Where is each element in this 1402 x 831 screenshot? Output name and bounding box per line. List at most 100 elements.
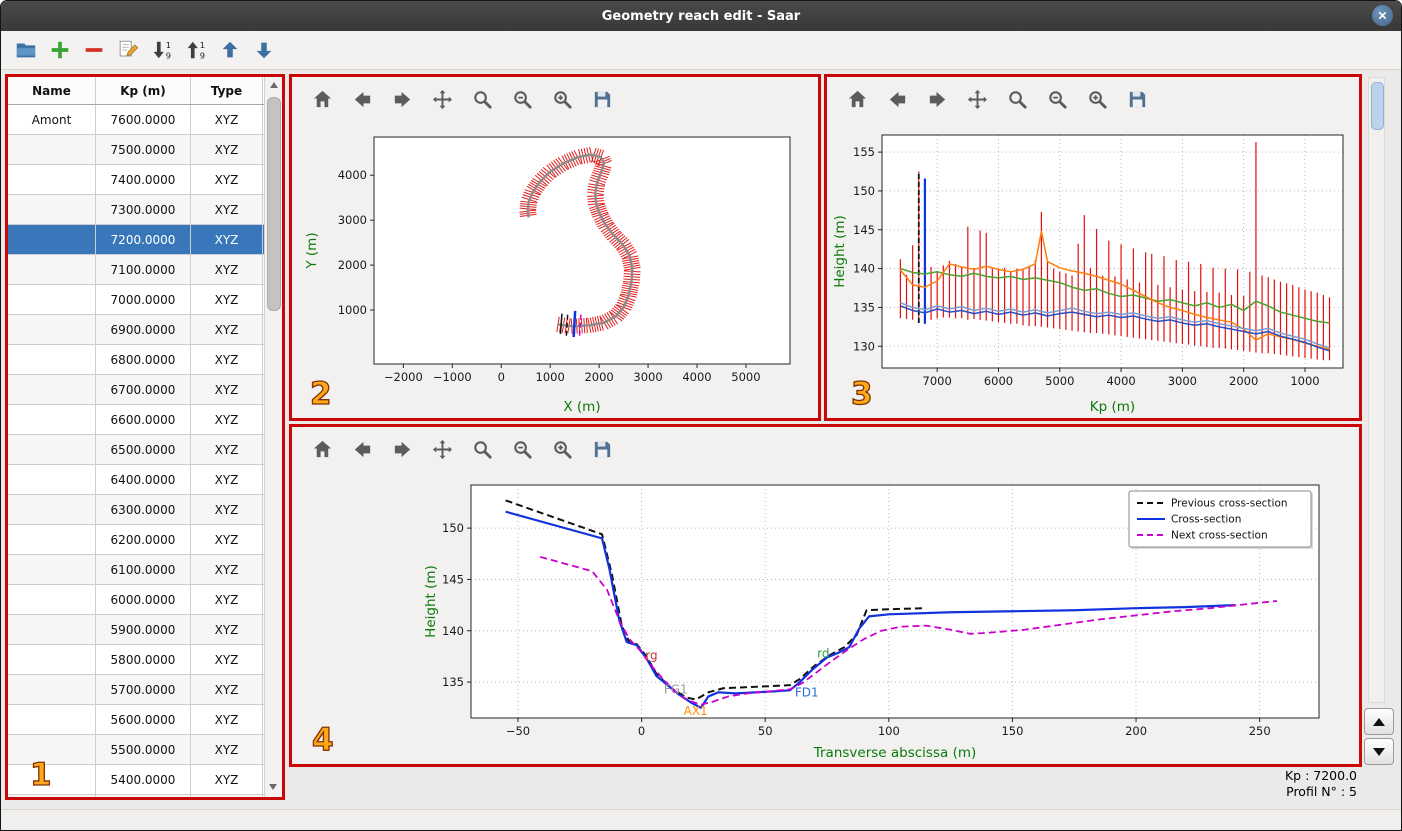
configure-button[interactable] — [510, 437, 535, 462]
plus-icon — [51, 41, 69, 59]
zoom-in-button[interactable] — [550, 437, 575, 462]
close-button[interactable] — [1372, 5, 1393, 26]
table-row[interactable]: 6700.0000 XYZ — [8, 375, 265, 405]
pan-button[interactable] — [430, 87, 455, 112]
long-profile-chart[interactable]: 7000 6000 5000 4000 3000 2000 1000 130 135 140 145… — [827, 121, 1359, 418]
move-down-button[interactable] — [251, 37, 277, 63]
svg-text:155: 155 — [853, 145, 875, 159]
pan-icon — [432, 439, 453, 459]
cell-kp: 6900.0000 — [96, 315, 191, 344]
scrollbar-up-icon[interactable] — [269, 82, 278, 88]
magnifier-minus-icon — [514, 90, 532, 109]
sort-ascending-button[interactable]: 1 9 — [149, 37, 175, 63]
scrollbar-thumb[interactable] — [267, 97, 281, 311]
cross-section-chart[interactable]: rg rd AX1 FD1 FG1 −50 0 50 100 150 200 250 135 140 145… — [292, 471, 1359, 764]
cell-type: XYZ — [191, 315, 263, 344]
zoom-in-button[interactable] — [1085, 87, 1110, 112]
pan-button[interactable] — [965, 87, 990, 112]
table-row[interactable]: 5900.0000 XYZ — [8, 615, 265, 645]
configure-button[interactable] — [510, 87, 535, 112]
table-row[interactable]: 7500.0000 XYZ — [8, 135, 265, 165]
table-row[interactable]: 6800.0000 XYZ — [8, 345, 265, 375]
table-row[interactable]: 5600.0000 XYZ — [8, 705, 265, 735]
svg-text:6000: 6000 — [984, 374, 1013, 388]
cell-kp: 5900.0000 — [96, 615, 191, 644]
table-row[interactable]: 7100.0000 XYZ — [8, 255, 265, 285]
cell-kp: 6200.0000 — [96, 525, 191, 554]
sort-descending-button[interactable]: 1 9 — [183, 37, 209, 63]
table-row[interactable]: 5700.0000 XYZ — [8, 675, 265, 705]
table-row[interactable]: 6500.0000 XYZ — [8, 435, 265, 465]
table-row[interactable]: 6600.0000 XYZ — [8, 405, 265, 435]
forward-button[interactable] — [925, 87, 950, 112]
pan-icon — [432, 89, 453, 109]
save-button[interactable] — [1125, 87, 1150, 112]
edit-button[interactable] — [115, 37, 141, 63]
cell-kp: 6500.0000 — [96, 435, 191, 464]
profil-readout: Profil N° : 5 — [1286, 784, 1357, 799]
cell-name — [8, 285, 96, 314]
svg-text:2000: 2000 — [584, 370, 613, 384]
table-row[interactable]: 6000.0000 XYZ — [8, 585, 265, 615]
window-scrollbar-thumb[interactable] — [1371, 82, 1384, 130]
table-row[interactable]: 6400.0000 XYZ — [8, 465, 265, 495]
cell-name — [8, 795, 96, 797]
svg-text:1000: 1000 — [338, 303, 367, 317]
svg-text:150: 150 — [442, 521, 464, 535]
profile-table: Name Kp (m) Type Amont 7600.0000 XYZ 7500.0… — [8, 77, 282, 797]
back-button[interactable] — [885, 87, 910, 112]
table-row[interactable]: 7400.0000 XYZ — [8, 165, 265, 195]
panel-number-3: 3 — [850, 376, 873, 412]
profile-down-button[interactable] — [1364, 738, 1394, 765]
back-arrow-icon — [354, 91, 371, 107]
configure-button[interactable] — [1045, 87, 1070, 112]
cell-type: XYZ — [191, 135, 263, 164]
table-row[interactable]: 5800.0000 XYZ — [8, 645, 265, 675]
svg-text:3000: 3000 — [1168, 374, 1197, 388]
scrollbar-down-icon[interactable] — [269, 784, 277, 790]
table-row[interactable]: 6100.0000 XYZ — [8, 555, 265, 585]
home-button[interactable] — [845, 87, 870, 112]
folder-icon — [16, 43, 36, 58]
table-row[interactable]: 5300.0000XYZ — [8, 795, 265, 797]
table-row[interactable]: 7300.0000 XYZ — [8, 195, 265, 225]
back-button[interactable] — [350, 87, 375, 112]
zoom-button[interactable] — [470, 87, 495, 112]
remove-button[interactable] — [81, 37, 107, 63]
zoom-in-button[interactable] — [550, 87, 575, 112]
magnifier-plus-icon — [554, 90, 572, 109]
move-up-button[interactable] — [217, 37, 243, 63]
add-button[interactable] — [47, 37, 73, 63]
save-button[interactable] — [590, 87, 615, 112]
table-row[interactable]: 6200.0000 XYZ — [8, 525, 265, 555]
svg-text:2000: 2000 — [338, 258, 367, 272]
svg-text:Kp (m): Kp (m) — [1090, 399, 1135, 415]
open-button[interactable] — [13, 37, 39, 63]
cell-name — [8, 435, 96, 464]
forward-arrow-icon — [929, 91, 946, 107]
forward-button[interactable] — [390, 87, 415, 112]
forward-button[interactable] — [390, 437, 415, 462]
table-row[interactable]: 6900.0000 XYZ — [8, 315, 265, 345]
zoom-button[interactable] — [470, 437, 495, 462]
home-button[interactable] — [310, 437, 335, 462]
window-scrollbar[interactable] — [1368, 77, 1385, 703]
kp-readout: Kp : 7200.0 — [1284, 768, 1357, 783]
cell-kp: 5800.0000 — [96, 645, 191, 674]
zoom-button[interactable] — [1005, 87, 1030, 112]
svg-text:3000: 3000 — [338, 213, 367, 227]
profile-up-button[interactable] — [1364, 708, 1394, 735]
svg-text:4000: 4000 — [1106, 374, 1135, 388]
table-scrollbar[interactable] — [264, 77, 282, 797]
table-row[interactable]: 6300.0000 XYZ — [8, 495, 265, 525]
table-row[interactable]: 7200.0000 XYZ — [8, 225, 265, 255]
cell-type: XYZ — [191, 405, 263, 434]
plan-view-chart[interactable]: −2000 −1000 0 1000 2000 3000 4000 5000 1000 2000 3… — [292, 121, 818, 418]
cell-kp: 7500.0000 — [96, 135, 191, 164]
back-button[interactable] — [350, 437, 375, 462]
table-row[interactable]: 7000.0000 XYZ — [8, 285, 265, 315]
table-row[interactable]: Amont 7600.0000 XYZ — [8, 105, 265, 135]
pan-button[interactable] — [430, 437, 455, 462]
home-button[interactable] — [310, 87, 335, 112]
save-button[interactable] — [590, 437, 615, 462]
